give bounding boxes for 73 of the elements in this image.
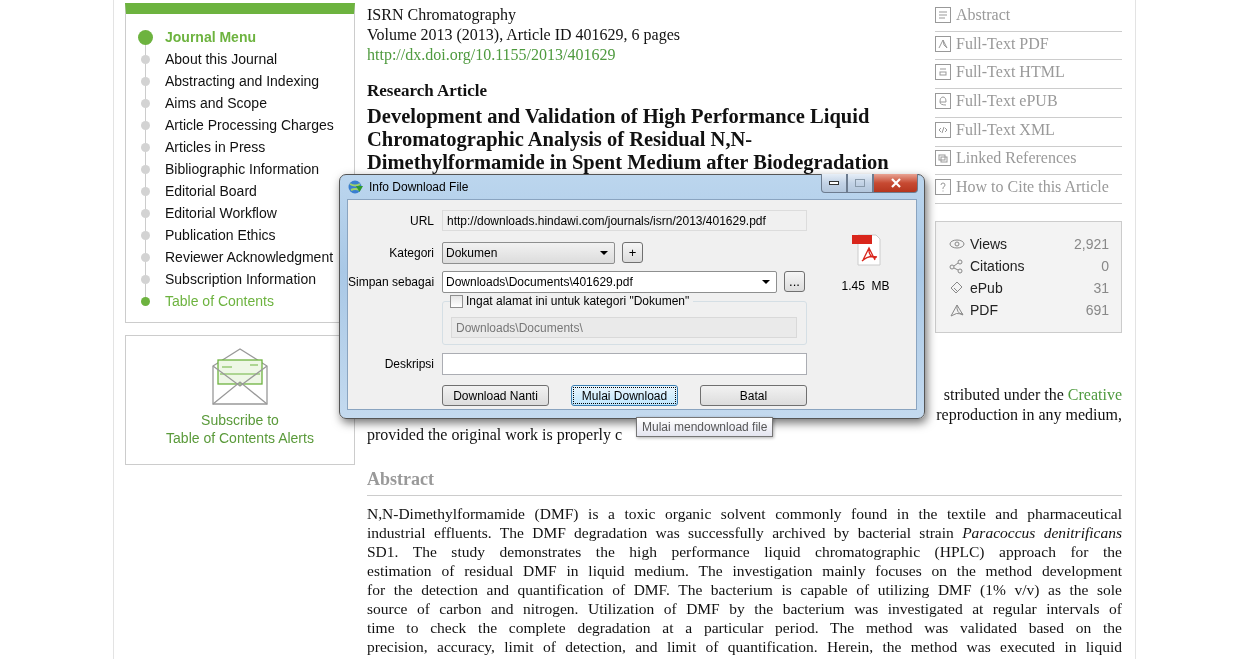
tooltip: Mulai mendownload file [636, 417, 774, 437]
document-icon [935, 6, 951, 23]
menu-link[interactable]: About this Journal [165, 51, 278, 67]
save-path-dropdown[interactable]: Downloads\Documents\401629.pdf [442, 270, 777, 293]
menu-link[interactable]: Publication Ethics [165, 227, 276, 243]
menu-link[interactable]: Bibliographic Information [165, 161, 320, 177]
dialog-button[interactable]: Batal [700, 385, 807, 406]
license-text: reproduction in any medium, [936, 405, 1122, 425]
menu-link[interactable]: Editorial Workflow [165, 205, 277, 221]
menu-link[interactable]: Article Processing Charges [165, 117, 334, 133]
add-button[interactable]: + [622, 242, 643, 263]
metric-label: ePub [970, 280, 1004, 297]
field-label: Simpan sebagai [348, 274, 434, 289]
menu-link[interactable]: Abstracting and Indexing [165, 73, 320, 89]
metric-label: Views [970, 236, 1009, 253]
file-size: 1.45 MB [841, 279, 890, 293]
abstract-text: N,N-Dimethylformamide (DMF) is a toxic organic solvent commonly found in the textile and pharmaceutical industrial effluents. The DMF degradation was successfully archived by bacterial strain Paracoccus denitrificans SD1. The study demonstrates the high performance liquid chromatographic (HPLC) approach for the estimation of residual DMF in liquid medium. The investigation mainly focuses on the method development for the detection and quantification of DMF. The bacterium is capable of utilizing DMF (1% v/v) as the sole source of carbon and nitrogen. Utilization of DMF by the bacterium was investigated at regular intervals of time to check the complete degradation at a particular period. The method was validated based on the precision, accuracy, limit of detection, and limit of quantification. Herein, the method was executed in liquid [367, 504, 1122, 656]
license-text: provided the original work is properly c [367, 425, 623, 445]
menu-link[interactable]: Subscription Information [165, 271, 316, 287]
envelope-icon [212, 348, 268, 405]
metric-label: PDF [970, 302, 999, 319]
category-dropdown[interactable]: Dokumen [442, 241, 615, 264]
dialog-title: Info Download File [369, 180, 469, 194]
article-type: Research Article [367, 80, 489, 102]
description-field[interactable] [442, 353, 807, 375]
close-button[interactable] [873, 174, 918, 193]
document-icon [935, 121, 951, 138]
menu-link[interactable]: Aims and Scope [165, 95, 267, 111]
menu-link[interactable]: Reviewer Acknowledgment [165, 249, 334, 265]
url-field[interactable]: http://downloads.hindawi.com/journals/isrn/2013/401629.pdf [442, 210, 807, 231]
bullet-icon [138, 29, 153, 45]
license-link[interactable]: Creative [1067, 386, 1122, 403]
metric-value: 0 [1101, 258, 1109, 275]
dialog-button[interactable]: Download Nanti [442, 385, 549, 406]
doi-link[interactable]: http://dx.doi.org/10.1155/2013/401629 [367, 45, 927, 65]
globe-download-icon [347, 179, 364, 195]
document-icon [935, 64, 951, 81]
journal-name: ISRN Chromatography [367, 5, 517, 25]
browse-button[interactable]: ... [784, 271, 805, 292]
menu-link[interactable]: Articles in Press [165, 139, 266, 155]
article-title: Development and Validation of High Performance Liquid Chromatographic Analysis of Residual N,N-Dimethylformamide in Spent Medium after Biodegradation [367, 105, 890, 174]
field-label: Kategori [388, 245, 434, 260]
metric-value: 31 [1093, 280, 1109, 297]
license-text: stributed under the [943, 386, 1064, 403]
subscribe-link[interactable]: Subscribe to Table of Contents Alerts [166, 411, 314, 447]
abstract-heading: Abstract [367, 469, 1122, 496]
maximize-icon [855, 179, 865, 187]
caret-icon [600, 250, 608, 255]
close-icon [889, 178, 902, 188]
volume-info: Volume 2013 (2013), Article ID 401629, 6 pages [367, 25, 681, 45]
minimize-icon [829, 181, 839, 185]
metric-value: 691 [1085, 302, 1109, 319]
share-icon [949, 259, 963, 274]
field-label: Deskripsi [383, 357, 434, 371]
metric-label: Citations [970, 258, 1026, 275]
document-icon [935, 150, 951, 167]
document-icon [935, 93, 951, 109]
eye-icon [949, 239, 965, 249]
pdf-file-icon [849, 233, 882, 267]
field-label: URL [409, 213, 434, 228]
folder-field: Downloads\Documents\ [451, 317, 797, 338]
acrobat-icon [950, 304, 964, 317]
metric-value: 2,921 [1073, 236, 1109, 253]
dialog-button[interactable]: Mulai Download [571, 385, 678, 406]
document-icon [935, 179, 951, 196]
menu-link[interactable]: Editorial Board [165, 183, 257, 199]
remember-checkbox[interactable]: Ingat alamat ini untuk kategori "Dokumen" [450, 294, 694, 308]
menu-title: Journal Menu [165, 29, 256, 45]
caret-icon [762, 279, 770, 284]
document-icon [935, 35, 951, 52]
tag-icon [950, 281, 963, 294]
minimize-button[interactable] [821, 174, 847, 193]
maximize-button[interactable] [847, 174, 873, 193]
